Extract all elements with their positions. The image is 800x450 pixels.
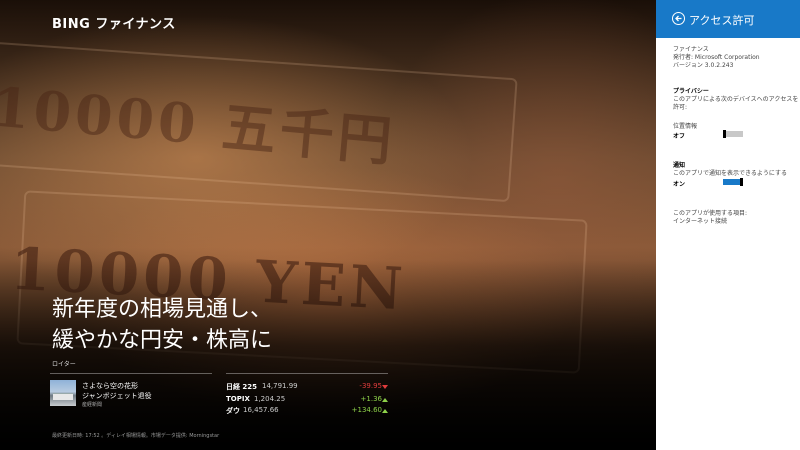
market-name: ダウ	[226, 407, 240, 415]
market-row-dow[interactable]: ダウ 16,457.66 +134.60	[226, 406, 388, 418]
market-value: 1,204.25	[254, 395, 286, 403]
panel-header: アクセス許可	[656, 0, 800, 38]
panel-title: アクセス許可	[689, 14, 755, 27]
uses-item: インターネット接続	[673, 218, 728, 225]
location-state: オフ	[673, 133, 686, 140]
headline-line-2: 緩やかな円安・株高に	[52, 328, 273, 353]
footer-update-info: 最終更新日時: 17:52 。ディレイ相場情報。市場データ提供: Morning…	[52, 433, 220, 439]
headline-line-1: 新年度の相場見通し、	[52, 297, 273, 322]
market-row-nikkei[interactable]: 日経 225 14,791.99 -39.95	[226, 382, 388, 394]
news-title-line-1: さよなら空の花形	[82, 382, 138, 390]
market-divider	[226, 373, 388, 374]
privacy-desc-1: このアプリによる次のデバイスへのアクセスを	[673, 96, 799, 103]
market-change: +1.36	[360, 395, 382, 403]
back-arrow-icon[interactable]	[672, 12, 685, 25]
headline-source: ロイター	[52, 361, 76, 368]
location-toggle-thumb	[723, 130, 726, 138]
notify-toggle[interactable]	[723, 178, 743, 186]
location-label: 位置情報	[673, 123, 698, 130]
headline[interactable]: 新年度の相場見通し、 緩やかな円安・株高に	[52, 294, 272, 356]
news-card[interactable]: さよなら空の花形 ジャンボジェット退役 産経新聞	[50, 380, 212, 408]
location-toggle-track	[723, 131, 743, 137]
permissions-panel: アクセス許可 ファイナンス 発行者: Microsoft Corporation…	[656, 0, 800, 450]
market-change: +134.60	[351, 406, 382, 414]
news-title-line-2: ジャンボジェット退役	[82, 392, 152, 400]
notify-desc: このアプリで通知を表示できるようにする	[673, 170, 787, 177]
news-divider	[50, 373, 212, 374]
app-title: BING ファイナンス	[52, 17, 176, 32]
location-toggle[interactable]	[723, 130, 743, 138]
privacy-desc-2: 許可:	[673, 104, 688, 111]
up-arrow-icon	[382, 398, 388, 402]
market-name: TOPIX	[226, 395, 250, 403]
market-value: 16,457.66	[243, 406, 279, 414]
down-arrow-icon	[382, 385, 388, 389]
up-arrow-icon	[382, 409, 388, 413]
news-thumbnail	[50, 380, 76, 406]
market-name: 日経 225	[226, 383, 258, 391]
market-value: 14,791.99	[262, 382, 298, 390]
news-publisher: 産経新聞	[82, 402, 103, 408]
app-version: バージョン 3.0.2.243	[673, 62, 734, 69]
market-change: -39.95	[359, 382, 382, 390]
notify-state: オン	[673, 181, 686, 188]
notify-toggle-thumb	[740, 178, 743, 186]
